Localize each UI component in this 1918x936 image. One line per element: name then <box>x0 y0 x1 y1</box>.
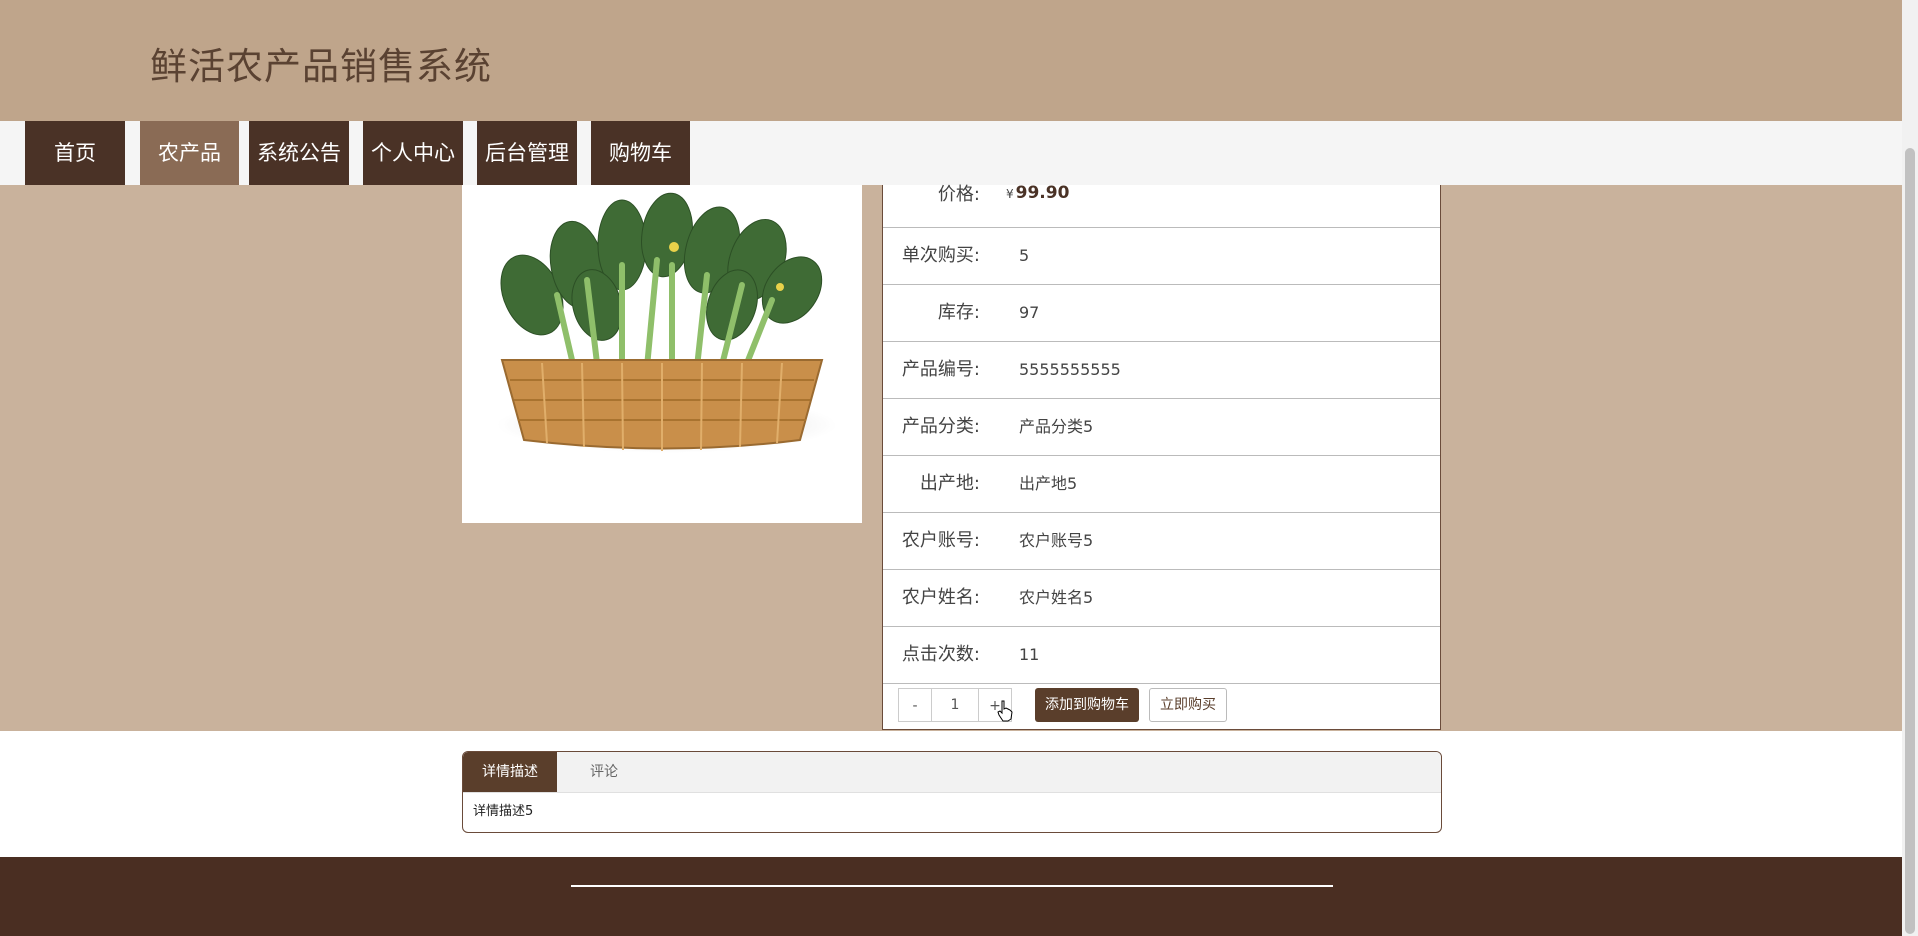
product-image <box>462 185 862 523</box>
info-row-price: 价格: ¥99.90 <box>883 183 1440 228</box>
info-value: 97 <box>1019 303 1040 322</box>
info-row-click-count: 点击次数: 11 <box>883 626 1440 684</box>
main-nav: 首页 农产品 系统公告 个人中心 后台管理 购物车 <box>0 121 1902 185</box>
info-label: 农户姓名: <box>901 587 980 608</box>
info-value: 农户账号5 <box>1019 531 1094 550</box>
info-value: 产品分类5 <box>1019 417 1094 436</box>
nav-item-products[interactable]: 农产品 <box>140 121 239 185</box>
site-title: 鲜活农产品销售系统 <box>150 45 492 88</box>
info-label: 产品分类: <box>901 416 980 437</box>
site-footer <box>0 857 1902 936</box>
info-label: 农户账号: <box>901 530 980 551</box>
info-label: 单次购买: <box>901 245 980 266</box>
nav-item-announcements[interactable]: 系统公告 <box>249 121 349 185</box>
info-row-farmer-name: 农户姓名: 农户姓名5 <box>883 569 1440 627</box>
tabs-bar: 详情描述 评论 <box>463 752 1441 793</box>
product-tabs: 详情描述 评论 详情描述5 <box>462 751 1442 833</box>
nav-item-cart[interactable]: 购物车 <box>591 121 690 185</box>
info-value: 5 <box>1019 246 1030 265</box>
footer-divider <box>571 885 1333 887</box>
info-label: 出产地: <box>919 473 980 494</box>
buy-now-button[interactable]: 立即购买 <box>1149 688 1227 722</box>
vegetable-basket-icon <box>497 192 837 453</box>
info-value: 11 <box>1019 645 1040 664</box>
price-currency: ¥ <box>1006 187 1014 201</box>
tab-content: 详情描述5 <box>473 804 534 819</box>
info-label: 价格: <box>937 184 980 205</box>
nav-item-home[interactable]: 首页 <box>25 121 125 185</box>
info-label: 产品编号: <box>901 359 980 380</box>
info-value: 农户姓名5 <box>1019 588 1094 607</box>
quantity-minus-button[interactable]: - <box>898 688 932 722</box>
hand-pointer-icon <box>997 700 1013 722</box>
quantity-input[interactable]: 1 <box>932 688 978 722</box>
price-value: ¥99.90 <box>1006 183 1069 204</box>
scrollbar-thumb[interactable] <box>1905 148 1915 934</box>
price-amount: 99.90 <box>1015 183 1070 203</box>
info-value: 5555555555 <box>1019 360 1121 379</box>
info-label: 库存: <box>937 302 980 323</box>
product-info-panel: 价格: ¥99.90 单次购买: 5 库存: 97 产品编号: 55555555… <box>882 183 1441 730</box>
info-row-single-purchase: 单次购买: 5 <box>883 227 1440 285</box>
info-label: 点击次数: <box>901 644 980 665</box>
info-row-stock: 库存: 97 <box>883 284 1440 342</box>
info-value: 出产地5 <box>1019 474 1078 493</box>
site-header: 鲜活农产品销售系统 <box>0 0 1902 121</box>
page-scrollbar[interactable] <box>1902 0 1918 936</box>
nav-item-admin[interactable]: 后台管理 <box>477 121 577 185</box>
info-row-category: 产品分类: 产品分类5 <box>883 398 1440 456</box>
nav-item-profile[interactable]: 个人中心 <box>363 121 463 185</box>
tab-comments[interactable]: 评论 <box>557 752 651 792</box>
info-row-product-code: 产品编号: 5555555555 <box>883 341 1440 399</box>
info-row-farmer-account: 农户账号: 农户账号5 <box>883 512 1440 570</box>
info-row-origin: 出产地: 出产地5 <box>883 455 1440 513</box>
tab-description[interactable]: 详情描述 <box>463 752 557 792</box>
add-to-cart-button[interactable]: 添加到购物车 <box>1035 688 1139 722</box>
